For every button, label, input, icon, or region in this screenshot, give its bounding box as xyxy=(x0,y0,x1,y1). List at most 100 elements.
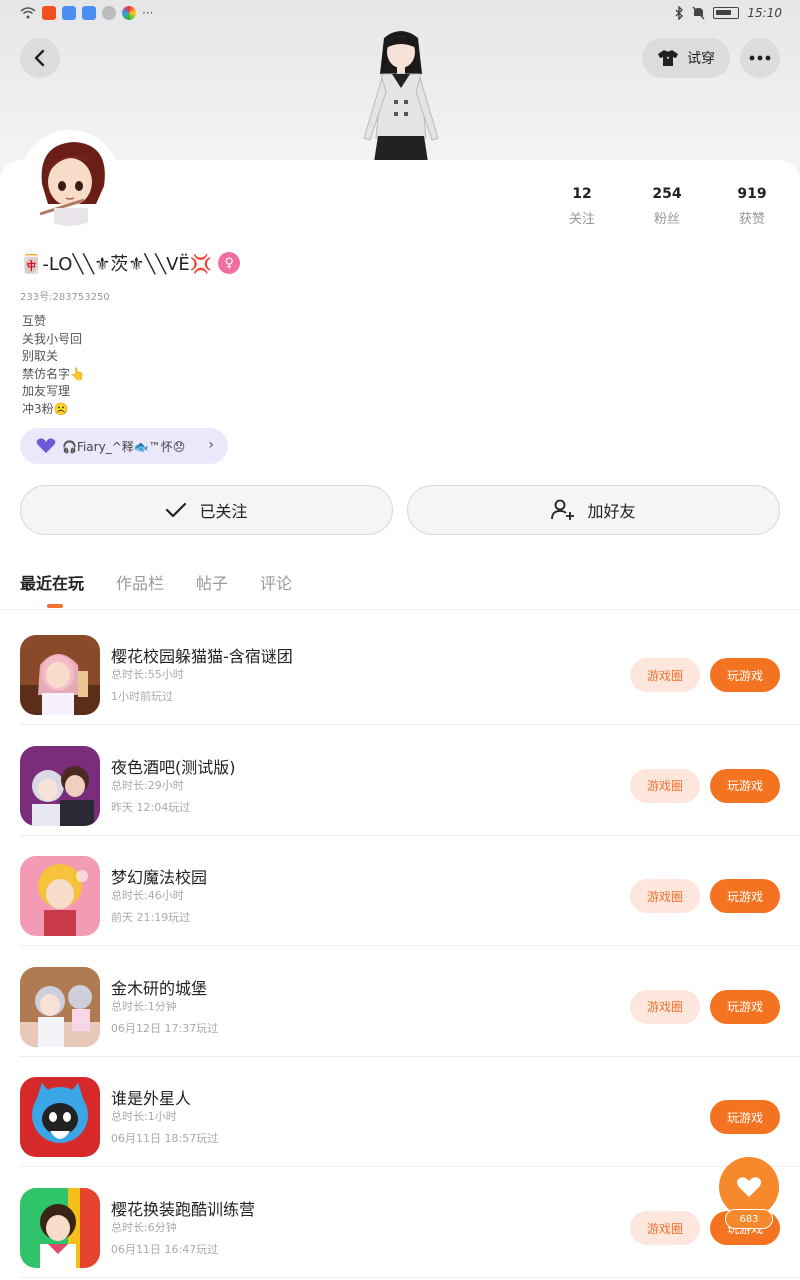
bio-line: 关我小号回 xyxy=(22,331,83,346)
game-title[interactable]: 梦幻魔法校园 xyxy=(111,864,207,888)
game-icon[interactable] xyxy=(20,966,100,1047)
like-count-badge: 683 xyxy=(725,1209,773,1229)
game-circle-button[interactable]: 游戏圈 xyxy=(630,989,700,1024)
game-row[interactable]: 夜色酒吧(测试版) 总时长:29小时 昨天 12:04玩过 游戏圈 玩游戏 xyxy=(0,726,800,836)
try-on-button[interactable]: 试穿 xyxy=(642,38,730,78)
tab-recently-played[interactable]: 最近在玩 xyxy=(20,570,84,608)
relationship-tag[interactable]: 🎧Fiary_^释🐟™怀😞 › xyxy=(20,428,228,464)
heart-icon xyxy=(36,438,56,453)
status-left: ··· xyxy=(20,6,153,20)
status-bar: ··· 15:10 xyxy=(0,0,800,30)
game-icon[interactable] xyxy=(20,745,100,826)
status-right: 15:10 xyxy=(674,6,782,20)
game-last-played: 06月12日 17:37玩过 xyxy=(111,1021,219,1035)
game-duration: 总时长:46小时 xyxy=(111,889,184,903)
tshirt-icon xyxy=(658,50,678,66)
female-gender-icon: ♀ xyxy=(218,252,241,274)
more-dots-icon xyxy=(749,55,771,61)
game-icon-image xyxy=(20,966,100,1047)
check-icon xyxy=(166,502,187,518)
game-icon[interactable] xyxy=(20,635,100,715)
game-icon-image xyxy=(20,635,100,715)
bio-line: 别取关 xyxy=(22,349,59,363)
profile-tabs: 最近在玩 作品栏 帖子 评论 xyxy=(20,570,292,608)
stat-likes[interactable]: 919 获赞 xyxy=(722,186,782,227)
add-friend-label: 加好友 xyxy=(587,502,636,521)
bio-line: 冲3粉☹️ xyxy=(22,401,69,416)
stat-label: 粉丝 xyxy=(653,212,680,227)
profile-stats: 12 关注 254 粉丝 919 获赞 xyxy=(540,186,800,227)
play-game-button[interactable]: 玩游戏 xyxy=(710,989,780,1024)
game-duration: 总时长:6分钟 xyxy=(111,1221,177,1234)
tab-comments[interactable]: 评论 xyxy=(260,570,292,594)
profile-banner: ··· 15:10 试穿 xyxy=(0,0,800,175)
add-friend-button[interactable]: 加好友 xyxy=(407,485,780,535)
game-title[interactable]: 樱花校园躲猫猫-含宿谜团 xyxy=(111,643,293,667)
wifi-icon xyxy=(20,7,36,19)
game-last-played: 昨天 12:04玩过 xyxy=(111,800,191,814)
bio-line: 加友写理 xyxy=(22,384,71,398)
followed-label: 已关注 xyxy=(199,502,248,521)
nickname: 🀄-LO╲╲⚜茨⚜╲╲VË💢 xyxy=(20,254,213,275)
followed-button[interactable]: 已关注 xyxy=(20,485,393,535)
game-last-played: 前天 21:19玩过 xyxy=(111,911,191,925)
game-circle-button[interactable]: 游戏圈 xyxy=(630,879,700,914)
avatar[interactable] xyxy=(20,130,120,230)
row-divider xyxy=(20,1277,800,1278)
status-time: 15:10 xyxy=(747,6,782,20)
game-row[interactable]: 樱花换装跑酷训练营总时长:6分钟06月11日 16:47玩过游戏圈玩游戏 xyxy=(0,1168,800,1278)
game-circle-button[interactable]: 游戏圈 xyxy=(630,658,700,692)
status-more-text: ··· xyxy=(142,6,154,20)
game-icon-image xyxy=(20,856,100,937)
taobao-icon xyxy=(42,6,56,20)
bio-line: 互赞 xyxy=(22,314,47,328)
relationship-tag-text: 🎧Fiary_^释🐟™怀😞 xyxy=(62,439,186,454)
back-button[interactable] xyxy=(20,38,60,78)
game-last-played: 06月11日 16:47玩过 xyxy=(111,1243,219,1256)
tab-posts[interactable]: 帖子 xyxy=(196,570,228,594)
stat-number: 254 xyxy=(652,186,682,202)
game-row[interactable]: 金木研的城堡 总时长:1分钟 06月12日 17:37玩过 游戏圈 玩游戏 xyxy=(0,947,800,1057)
play-game-button[interactable]: 玩游戏 xyxy=(710,658,780,692)
game-title[interactable]: 夜色酒吧(测试版) xyxy=(111,754,236,778)
game-duration: 总时长:55小时 xyxy=(111,668,184,681)
more-options-button[interactable] xyxy=(740,38,780,78)
stat-label: 关注 xyxy=(568,212,595,227)
game-duration: 总时长:1小时 xyxy=(111,1110,177,1124)
play-game-button[interactable]: 玩游戏 xyxy=(710,879,780,914)
game-circle-button[interactable]: 游戏圈 xyxy=(630,768,700,803)
stat-following[interactable]: 12 关注 xyxy=(552,186,612,227)
game-title[interactable]: 樱花换装跑酷训练营 xyxy=(111,1196,255,1220)
app-icon xyxy=(82,6,96,20)
mute-bell-icon xyxy=(692,6,705,20)
app-icon xyxy=(102,6,116,20)
chevron-right-icon: › xyxy=(208,437,214,453)
game-duration: 总时长:1分钟 xyxy=(111,999,177,1013)
game-circle-button[interactable]: 游戏圈 xyxy=(630,1211,700,1245)
stat-followers[interactable]: 254 粉丝 xyxy=(637,186,697,227)
battery-icon xyxy=(713,7,740,19)
try-on-label: 试穿 xyxy=(687,51,715,67)
user-id: 233号:283753250 xyxy=(20,292,110,303)
like-fab-button[interactable] xyxy=(719,1157,779,1217)
bio-line: 禁仿名字👆 xyxy=(22,366,85,381)
game-icon[interactable] xyxy=(20,1188,100,1268)
game-row[interactable]: 谁是外星人 总时长:1小时 06月11日 18:57玩过 玩游戏 xyxy=(0,1057,800,1168)
chevron-left-icon xyxy=(34,49,45,67)
game-row[interactable]: 樱花校园躲猫猫-含宿谜团 总时长:55小时 1小时前玩过 游戏圈 玩游戏 xyxy=(0,615,800,725)
game-title[interactable]: 谁是外星人 xyxy=(111,1085,191,1109)
tab-works[interactable]: 作品栏 xyxy=(116,570,164,594)
stat-label: 获赞 xyxy=(738,212,765,227)
play-game-button[interactable]: 玩游戏 xyxy=(710,768,780,803)
avatar-image xyxy=(24,134,116,226)
avatar-3d-figure xyxy=(363,31,439,162)
game-title[interactable]: 金木研的城堡 xyxy=(111,975,207,999)
bio: 互赞 关我小号回 别取关 禁仿名字👆 加友写理 冲3粉☹️ xyxy=(22,313,85,418)
game-row[interactable]: 梦幻魔法校园 总时长:46小时 前天 21:19玩过 游戏圈 玩游戏 xyxy=(0,836,800,947)
game-icon[interactable] xyxy=(20,1077,100,1158)
nickname-row: 🀄-LO╲╲⚜茨⚜╲╲VË💢 ♀ xyxy=(20,250,241,276)
app-icon xyxy=(62,6,76,20)
stat-number: 12 xyxy=(572,186,592,202)
game-icon[interactable] xyxy=(20,856,100,937)
play-game-button[interactable]: 玩游戏 xyxy=(710,1100,780,1135)
